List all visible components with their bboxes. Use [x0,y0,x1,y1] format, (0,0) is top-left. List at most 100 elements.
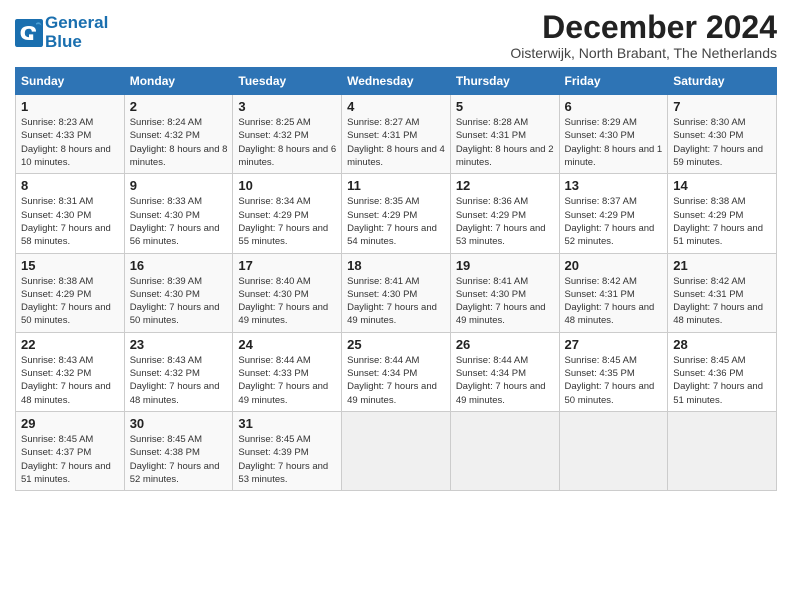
day-number: 22 [21,337,119,352]
header-thursday: Thursday [450,68,559,95]
day-info: Sunrise: 8:31 AMSunset: 4:30 PMDaylight:… [21,195,119,248]
day-number: 14 [673,178,771,193]
logo-text: General Blue [45,14,108,51]
day-number: 29 [21,416,119,431]
day-info: Sunrise: 8:45 AMSunset: 4:36 PMDaylight:… [673,354,771,407]
calendar-week-row: 8 Sunrise: 8:31 AMSunset: 4:30 PMDaylight… [16,174,777,253]
day-info: Sunrise: 8:38 AMSunset: 4:29 PMDaylight:… [673,195,771,248]
calendar-cell [342,411,451,490]
month-title: December 2024 [510,10,777,45]
day-number: 24 [238,337,336,352]
day-number: 19 [456,258,554,273]
calendar-cell: 13 Sunrise: 8:37 AMSunset: 4:29 PMDayligh… [559,174,668,253]
calendar-cell [668,411,777,490]
calendar-cell: 10Sunrise: 8:34 AMSunset: 4:29 PMDayligh… [233,174,342,253]
calendar-cell: 2 Sunrise: 8:24 AMSunset: 4:32 PMDaylight… [124,95,233,174]
calendar-week-row: 15 Sunrise: 8:38 AMSunset: 4:29 PMDayligh… [16,253,777,332]
day-info: Sunrise: 8:30 AMSunset: 4:30 PMDaylight:… [673,116,771,169]
header-friday: Friday [559,68,668,95]
day-number: 10 [238,178,336,193]
calendar-cell: 31 Sunrise: 8:45 AMSunset: 4:39 PMDayligh… [233,411,342,490]
header-tuesday: Tuesday [233,68,342,95]
header-sunday: Sunday [16,68,125,95]
day-info: Sunrise: 8:45 AMSunset: 4:39 PMDaylight:… [238,433,336,486]
location-title: Oisterwijk, North Brabant, The Netherlan… [510,45,777,61]
day-number: 12 [456,178,554,193]
day-number: 25 [347,337,445,352]
calendar-table: SundayMondayTuesdayWednesdayThursdayFrid… [15,67,777,491]
calendar-cell: 3Sunrise: 8:25 AMSunset: 4:32 PMDaylight… [233,95,342,174]
day-number: 21 [673,258,771,273]
day-number: 23 [130,337,228,352]
day-info: Sunrise: 8:23 AMSunset: 4:33 PMDaylight:… [21,116,119,169]
day-info: Sunrise: 8:29 AMSunset: 4:30 PMDaylight:… [565,116,663,169]
day-info: Sunrise: 8:44 AMSunset: 4:33 PMDaylight:… [238,354,336,407]
day-number: 7 [673,99,771,114]
calendar-cell: 12 Sunrise: 8:36 AMSunset: 4:29 PMDayligh… [450,174,559,253]
header-monday: Monday [124,68,233,95]
logo-icon [15,19,43,47]
day-number: 2 [130,99,228,114]
day-info: Sunrise: 8:37 AMSunset: 4:29 PMDaylight:… [565,195,663,248]
day-info: Sunrise: 8:36 AMSunset: 4:29 PMDaylight:… [456,195,554,248]
calendar-cell: 4 Sunrise: 8:27 AMSunset: 4:31 PMDaylight… [342,95,451,174]
day-number: 13 [565,178,663,193]
header-saturday: Saturday [668,68,777,95]
day-info: Sunrise: 8:42 AMSunset: 4:31 PMDaylight:… [673,275,771,328]
day-info: Sunrise: 8:24 AMSunset: 4:32 PMDaylight:… [130,116,228,169]
calendar-cell: 1 Sunrise: 8:23 AMSunset: 4:33 PMDaylight… [16,95,125,174]
day-number: 4 [347,99,445,114]
calendar-cell: 29Sunrise: 8:45 AMSunset: 4:37 PMDayligh… [16,411,125,490]
calendar-week-row: 29Sunrise: 8:45 AMSunset: 4:37 PMDayligh… [16,411,777,490]
calendar-cell [450,411,559,490]
day-number: 5 [456,99,554,114]
day-info: Sunrise: 8:28 AMSunset: 4:31 PMDaylight:… [456,116,554,169]
calendar-cell: 5 Sunrise: 8:28 AMSunset: 4:31 PMDaylight… [450,95,559,174]
day-number: 27 [565,337,663,352]
day-info: Sunrise: 8:38 AMSunset: 4:29 PMDaylight:… [21,275,119,328]
calendar-cell: 11 Sunrise: 8:35 AMSunset: 4:29 PMDayligh… [342,174,451,253]
calendar-cell: 16 Sunrise: 8:39 AMSunset: 4:30 PMDayligh… [124,253,233,332]
day-info: Sunrise: 8:44 AMSunset: 4:34 PMDaylight:… [456,354,554,407]
calendar-week-row: 22 Sunrise: 8:43 AMSunset: 4:32 PMDayligh… [16,332,777,411]
calendar-cell: 14 Sunrise: 8:38 AMSunset: 4:29 PMDayligh… [668,174,777,253]
day-number: 3 [238,99,336,114]
calendar-cell: 24 Sunrise: 8:44 AMSunset: 4:33 PMDayligh… [233,332,342,411]
day-number: 18 [347,258,445,273]
calendar-cell: 22 Sunrise: 8:43 AMSunset: 4:32 PMDayligh… [16,332,125,411]
day-number: 31 [238,416,336,431]
day-info: Sunrise: 8:35 AMSunset: 4:29 PMDaylight:… [347,195,445,248]
calendar-cell: 23 Sunrise: 8:43 AMSunset: 4:32 PMDayligh… [124,332,233,411]
day-info: Sunrise: 8:39 AMSunset: 4:30 PMDaylight:… [130,275,228,328]
day-number: 11 [347,178,445,193]
day-info: Sunrise: 8:44 AMSunset: 4:34 PMDaylight:… [347,354,445,407]
calendar-cell: 30Sunrise: 8:45 AMSunset: 4:38 PMDayligh… [124,411,233,490]
day-number: 15 [21,258,119,273]
calendar-cell: 9Sunrise: 8:33 AMSunset: 4:30 PMDaylight… [124,174,233,253]
calendar-cell: 6 Sunrise: 8:29 AMSunset: 4:30 PMDaylight… [559,95,668,174]
calendar-cell: 20Sunrise: 8:42 AMSunset: 4:31 PMDayligh… [559,253,668,332]
calendar-week-row: 1 Sunrise: 8:23 AMSunset: 4:33 PMDaylight… [16,95,777,174]
page-header: General Blue December 2024 Oisterwijk, N… [15,10,777,61]
day-number: 28 [673,337,771,352]
logo: General Blue [15,14,108,51]
day-number: 8 [21,178,119,193]
calendar-header-row: SundayMondayTuesdayWednesdayThursdayFrid… [16,68,777,95]
calendar-cell: 7 Sunrise: 8:30 AMSunset: 4:30 PMDaylight… [668,95,777,174]
day-info: Sunrise: 8:43 AMSunset: 4:32 PMDaylight:… [130,354,228,407]
day-number: 17 [238,258,336,273]
calendar-cell: 18Sunrise: 8:41 AMSunset: 4:30 PMDayligh… [342,253,451,332]
day-info: Sunrise: 8:27 AMSunset: 4:31 PMDaylight:… [347,116,445,169]
calendar-cell: 26Sunrise: 8:44 AMSunset: 4:34 PMDayligh… [450,332,559,411]
day-number: 20 [565,258,663,273]
calendar-cell: 27 Sunrise: 8:45 AMSunset: 4:35 PMDayligh… [559,332,668,411]
calendar-cell: 17Sunrise: 8:40 AMSunset: 4:30 PMDayligh… [233,253,342,332]
day-number: 6 [565,99,663,114]
day-info: Sunrise: 8:45 AMSunset: 4:38 PMDaylight:… [130,433,228,486]
day-number: 16 [130,258,228,273]
day-number: 1 [21,99,119,114]
day-info: Sunrise: 8:33 AMSunset: 4:30 PMDaylight:… [130,195,228,248]
day-info: Sunrise: 8:43 AMSunset: 4:32 PMDaylight:… [21,354,119,407]
calendar-cell: 8 Sunrise: 8:31 AMSunset: 4:30 PMDaylight… [16,174,125,253]
day-info: Sunrise: 8:45 AMSunset: 4:35 PMDaylight:… [565,354,663,407]
